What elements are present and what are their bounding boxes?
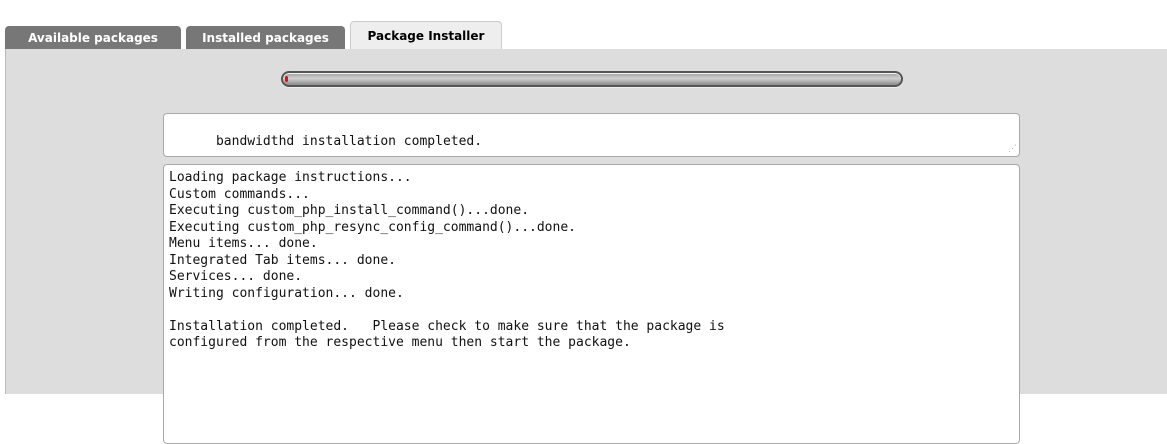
tab-available-packages[interactable]: Available packages [5,26,181,50]
tab-package-installer[interactable]: Package Installer [350,21,502,50]
log-line: Executing custom_php_resync_config_comma… [169,219,576,235]
log-line: Services... done. [169,269,303,284]
log-line: Integrated Tab items... done. [169,252,396,268]
tab-bar: Available packages Installed packages Pa… [5,21,1167,50]
log-line: Executing custom_php_install_command()..… [169,203,530,218]
log-line: Menu items... done. [169,236,318,251]
log-line: Loading package instructions... [169,170,412,185]
status-textarea[interactable]: bandwidthd installation completed. ⋰ [163,113,1020,157]
package-manager-window: Available packages Installed packages Pa… [5,5,1167,444]
log-line: configured from the respective menu then… [169,335,631,350]
resize-grip-icon[interactable]: ⋰ [1008,145,1017,154]
installer-panel: bandwidthd installation completed. ⋰ Loa… [5,49,1167,444]
log-line: Custom commands... [169,186,310,202]
log-line: Installation completed. Please check to … [169,318,725,334]
log-line: Writing configuration... done. [169,285,404,301]
install-progress-bar [281,71,903,87]
status-text: bandwidthd installation completed. [215,134,483,149]
progress-fill [285,76,288,82]
install-log-textarea[interactable]: Loading package instructions... Custom co… [163,164,1020,444]
tab-installed-packages[interactable]: Installed packages [186,26,345,50]
